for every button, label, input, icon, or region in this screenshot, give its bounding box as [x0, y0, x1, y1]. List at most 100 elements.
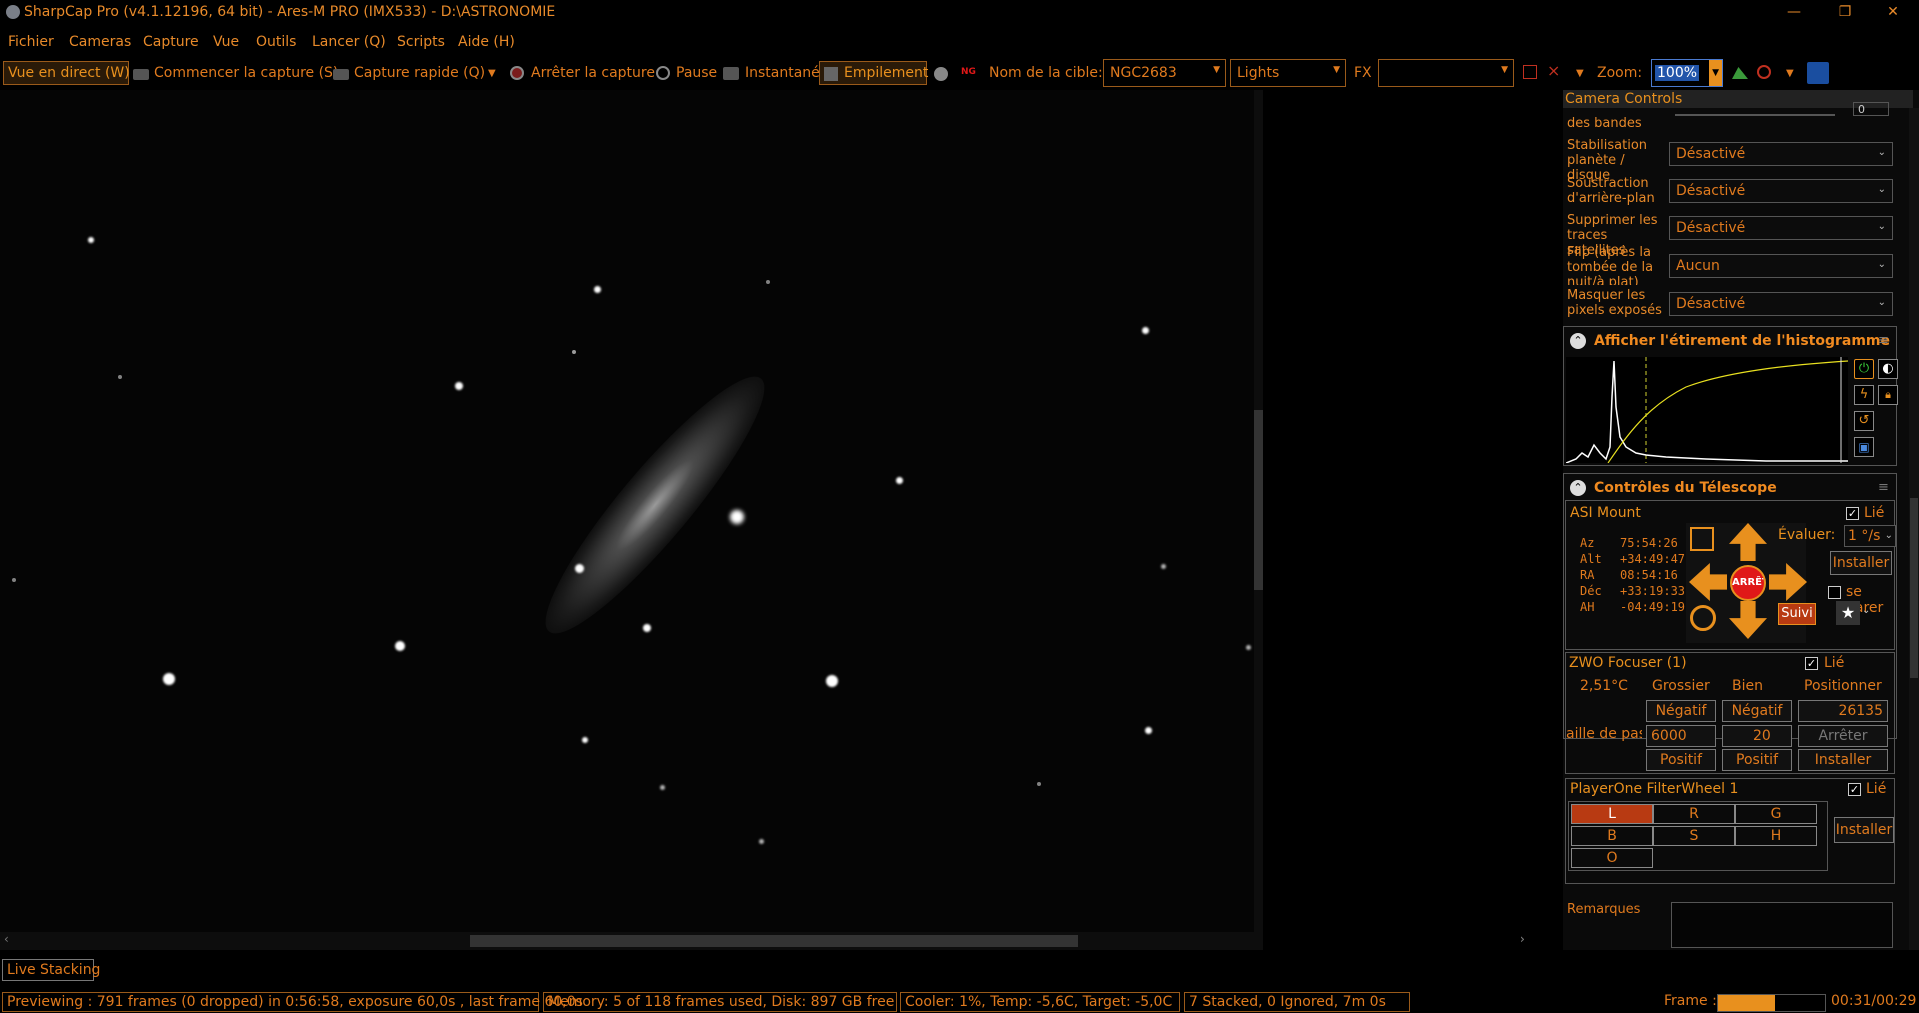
- mount-install-button[interactable]: Installer: [1830, 551, 1892, 575]
- focuser-install-button[interactable]: Installer: [1798, 749, 1888, 771]
- star: [660, 785, 665, 790]
- frame-type-select[interactable]: Lights ▼: [1230, 59, 1346, 87]
- live-view-button[interactable]: Vue en direct (W): [3, 61, 130, 85]
- save-icon[interactable]: ▣: [1854, 437, 1874, 457]
- stop-capture-button[interactable]: Arrêter la capture: [531, 65, 655, 81]
- focuser-stop-button[interactable]: Arrêter: [1798, 725, 1888, 747]
- collapse-icon[interactable]: ⌃: [1570, 480, 1586, 496]
- filter-g[interactable]: G: [1735, 804, 1817, 824]
- chevron-down-icon[interactable]: ▼: [1576, 68, 1584, 79]
- collapse-icon[interactable]: ⌃: [1570, 333, 1586, 349]
- stop-mount-button[interactable]: ARRÊTE: [1730, 565, 1766, 601]
- frame-icon[interactable]: [1523, 65, 1537, 79]
- star: [572, 350, 576, 354]
- zoom-select[interactable]: 100% ▼: [1651, 59, 1723, 87]
- coarse-positive-button[interactable]: Positif: [1646, 749, 1716, 771]
- track-button[interactable]: Suivi: [1778, 603, 1816, 625]
- menu-aide[interactable]: Aide (H): [458, 34, 515, 50]
- cc-select-0[interactable]: Désactivé ⌄: [1669, 142, 1893, 166]
- partial-slider[interactable]: [1675, 114, 1835, 116]
- menu-vue[interactable]: Vue: [213, 34, 239, 50]
- menu-icon[interactable]: ≡: [1878, 480, 1889, 495]
- target-name-input[interactable]: NGC2683 ▼: [1103, 59, 1226, 87]
- stacking-button[interactable]: Empilement: [819, 61, 928, 85]
- stacking-icon: [824, 67, 838, 81]
- menu-lancer[interactable]: Lancer (Q): [312, 34, 386, 50]
- panel-scrollbar[interactable]: [1909, 108, 1919, 950]
- park-checkbox[interactable]: [1828, 586, 1841, 599]
- spiral-icon[interactable]: [1690, 527, 1714, 551]
- rate-select[interactable]: 1 °/s ⌄: [1844, 525, 1896, 547]
- cc-select-3[interactable]: Aucun ⌄: [1669, 254, 1893, 278]
- live-stacking-tab[interactable]: Live Stacking: [2, 959, 100, 981]
- filterwheel-linked-checkbox[interactable]: ✓: [1848, 783, 1861, 796]
- cross-grid-icon[interactable]: ⨯: [1547, 61, 1560, 80]
- quick-capture-button[interactable]: Capture rapide (Q): [354, 65, 485, 81]
- live-view-label: Vue en direct (W): [8, 65, 130, 81]
- menu-icon[interactable]: ≡: [1878, 333, 1889, 348]
- chevron-down-icon[interactable]: ▼: [1786, 68, 1794, 79]
- coarse-step-input[interactable]: 6000: [1646, 725, 1716, 747]
- filterwheel-title: PlayerOne FilterWheel 1: [1570, 781, 1739, 797]
- cc-select-4[interactable]: Désactivé ⌄: [1669, 292, 1893, 316]
- horizontal-scrollbar[interactable]: ‹ ›: [0, 932, 1525, 950]
- start-capture-button[interactable]: Commencer la capture (S): [154, 65, 338, 81]
- filter-o[interactable]: O: [1571, 848, 1653, 868]
- cc-select-2[interactable]: Désactivé ⌄: [1669, 216, 1893, 240]
- star: [766, 280, 770, 284]
- home-target-icon[interactable]: [1690, 605, 1716, 631]
- moon-icon[interactable]: [934, 67, 948, 81]
- histogram-chart[interactable]: [1566, 357, 1848, 463]
- remarks-textarea[interactable]: [1671, 902, 1893, 948]
- filter-l[interactable]: L: [1571, 804, 1653, 824]
- mount-linked-checkbox[interactable]: ✓: [1846, 507, 1859, 520]
- pen-icon[interactable]: [1807, 62, 1829, 84]
- fine-positive-button[interactable]: Positif: [1722, 749, 1792, 771]
- menu-outils[interactable]: Outils: [256, 34, 296, 50]
- focuser-temp: 2,51°C: [1580, 678, 1628, 694]
- star: [455, 382, 463, 390]
- menu-fichier[interactable]: Fichier: [8, 34, 54, 50]
- snapshot-button[interactable]: Instantané: [745, 65, 820, 81]
- reset-icon[interactable]: ↺: [1854, 411, 1874, 431]
- ngc-icon[interactable]: NG: [961, 67, 976, 77]
- star-icon[interactable]: ★: [1836, 601, 1860, 625]
- vertical-scrollbar[interactable]: [1254, 90, 1263, 932]
- contrast-icon[interactable]: ◐: [1878, 359, 1898, 379]
- power-icon[interactable]: ⏻: [1854, 359, 1874, 379]
- menu-cameras[interactable]: Cameras: [69, 34, 131, 50]
- status-cooler: Cooler: 1%, Temp: -5,6C, Target: -5,0C: [900, 992, 1180, 1012]
- lock-icon[interactable]: 🔒︎: [1878, 385, 1898, 405]
- menu-capture[interactable]: Capture: [143, 34, 199, 50]
- minimize-button[interactable]: —: [1771, 0, 1817, 24]
- filter-r[interactable]: R: [1653, 804, 1735, 824]
- coarse-negative-button[interactable]: Négatif: [1646, 700, 1716, 722]
- filter-s[interactable]: S: [1653, 826, 1735, 846]
- target-icon[interactable]: [1757, 65, 1771, 79]
- position-input[interactable]: 26135: [1798, 700, 1888, 722]
- menu-scripts[interactable]: Scripts: [397, 34, 445, 50]
- chevron-down-icon[interactable]: ▼: [488, 68, 496, 79]
- scroll-thumb[interactable]: [470, 935, 1078, 947]
- lightning-icon[interactable]: ϟ: [1854, 385, 1874, 405]
- filter-b[interactable]: B: [1571, 826, 1653, 846]
- pause-button[interactable]: Pause: [676, 65, 717, 81]
- fine-step-input[interactable]: 20: [1722, 725, 1792, 747]
- filter-h[interactable]: H: [1735, 826, 1817, 846]
- focuser-linked-checkbox[interactable]: ✓: [1805, 657, 1818, 670]
- partial-value-input[interactable]: 0: [1853, 102, 1889, 116]
- close-button[interactable]: ✕: [1870, 0, 1916, 24]
- scroll-thumb[interactable]: [1254, 410, 1263, 590]
- fx-select[interactable]: ▼: [1378, 59, 1514, 87]
- maximize-button[interactable]: ❐: [1822, 0, 1868, 24]
- scroll-right-icon[interactable]: ›: [1520, 932, 1525, 946]
- histogram-mini-icon[interactable]: [1732, 67, 1748, 79]
- scroll-left-icon[interactable]: ‹: [4, 932, 9, 946]
- filterwheel-install-button[interactable]: Installer: [1834, 817, 1894, 843]
- chevron-down-icon[interactable]: ⌄: [1862, 605, 1870, 616]
- fine-negative-button[interactable]: Négatif: [1722, 700, 1792, 722]
- star: [1037, 782, 1041, 786]
- image-viewer[interactable]: [0, 90, 1254, 932]
- cc-select-1[interactable]: Désactivé ⌄: [1669, 179, 1893, 203]
- fx-label: FX: [1354, 65, 1372, 81]
